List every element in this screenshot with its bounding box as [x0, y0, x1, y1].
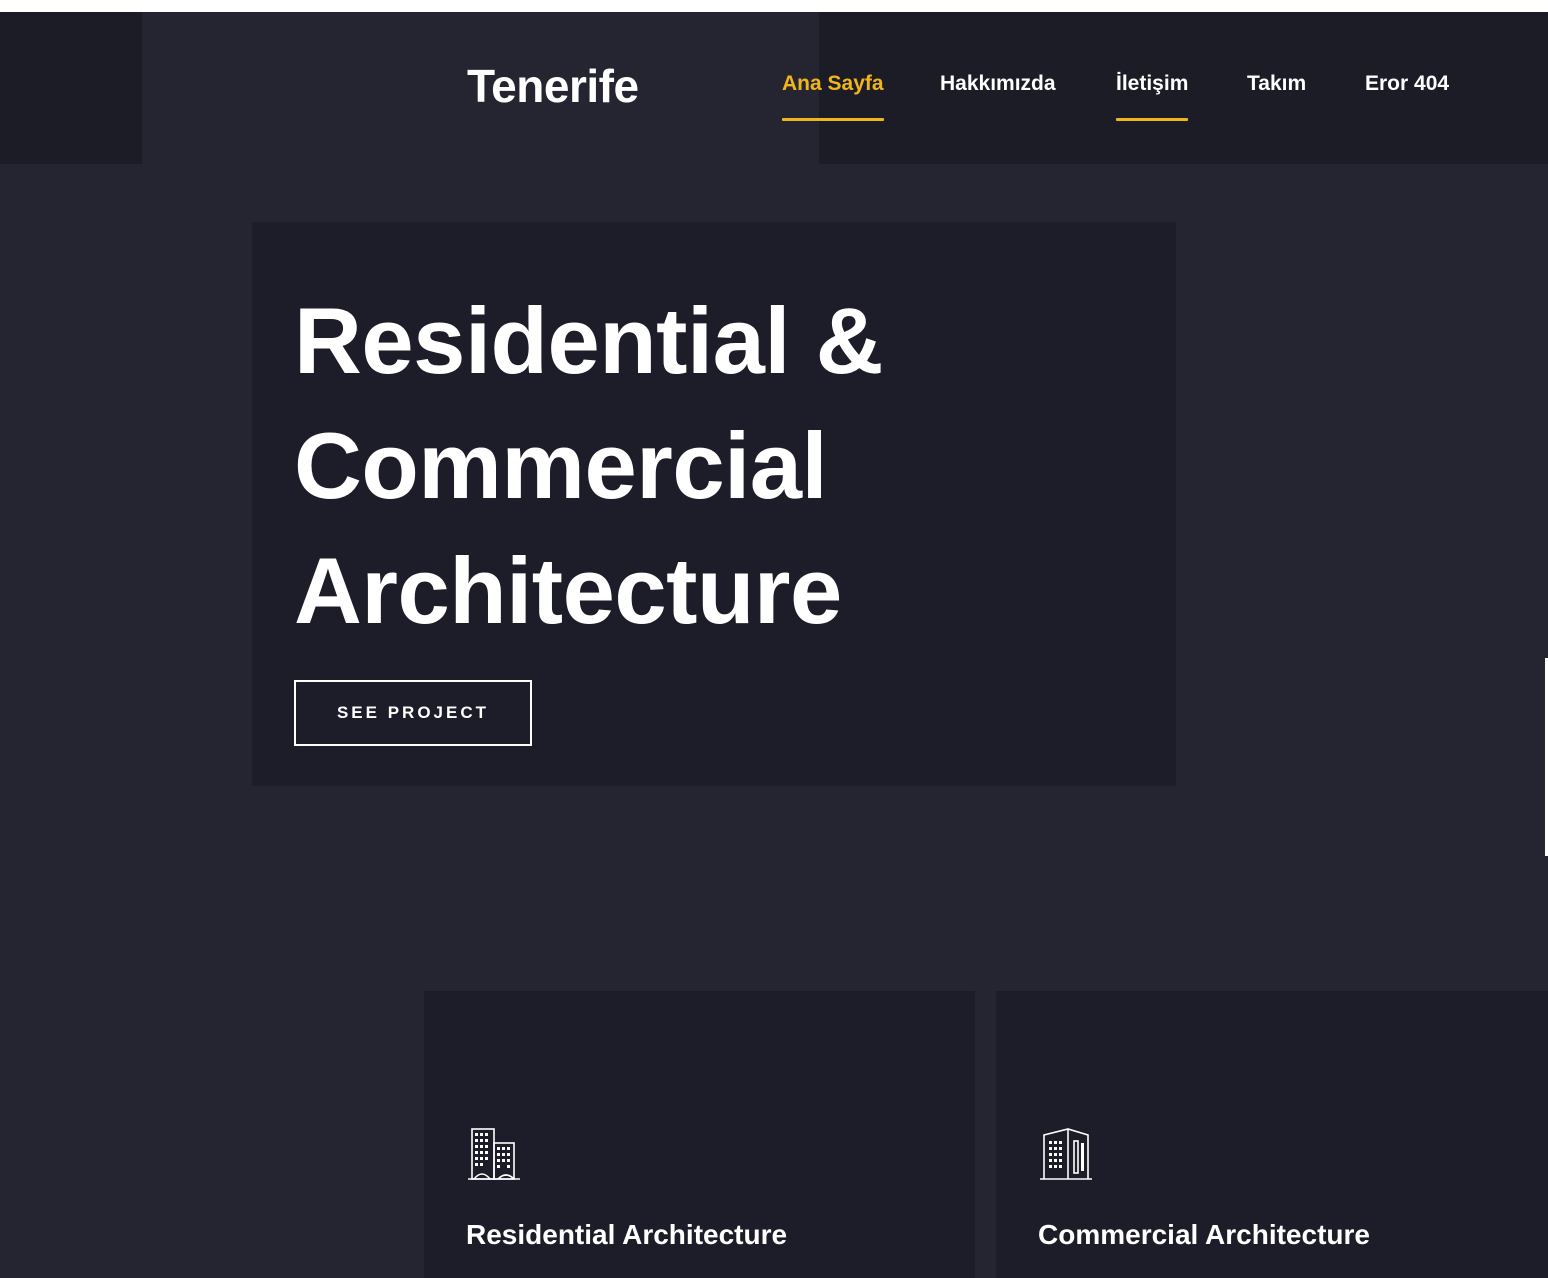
hero-title-line: Residential &: [294, 288, 884, 393]
nav-item-label: Takım: [1247, 72, 1307, 95]
service-card-commercial[interactable]: Commercial Architecture: [996, 991, 1548, 1278]
nav-item-eror-404[interactable]: Eror 404: [1365, 72, 1449, 96]
hero-title-line: Commercial: [294, 413, 828, 518]
nav-item-label: Ana Sayfa: [782, 72, 884, 95]
residential-buildings-icon: [468, 1128, 520, 1180]
see-project-button[interactable]: SEE PROJECT: [294, 680, 532, 746]
service-card-title: Commercial Architecture: [1038, 1219, 1370, 1250]
nav-item-label: Eror 404: [1365, 72, 1450, 95]
page: Tenerife Ana Sayfa Hakkımızda İletişim T…: [0, 0, 1548, 1278]
active-nav-underline: [782, 118, 884, 121]
nav-item-takim[interactable]: Takım: [1247, 72, 1306, 96]
service-card-residential[interactable]: Residential Architecture: [424, 991, 975, 1278]
hover-nav-underline: [1116, 118, 1189, 121]
site-canvas: Tenerife Ana Sayfa Hakkımızda İletişim T…: [0, 12, 1548, 1278]
nav-item-hakkimizda[interactable]: Hakkımızda: [940, 72, 1056, 96]
service-card-title: Residential Architecture: [466, 1219, 788, 1250]
nav-item-ana-sayfa[interactable]: Ana Sayfa: [782, 72, 884, 121]
hero-title: Residential & Commercial Architecture: [294, 278, 1114, 653]
hero-title-line: Architecture: [294, 538, 842, 643]
nav-item-iletisim[interactable]: İletişim: [1116, 72, 1189, 121]
main-nav: Ana Sayfa Hakkımızda İletişim Takım Eror…: [0, 72, 1548, 122]
commercial-building-icon: [1040, 1128, 1092, 1180]
nav-item-label: İletişim: [1116, 72, 1189, 95]
nav-item-label: Hakkımızda: [940, 72, 1056, 95]
hero-panel: Residential & Commercial Architecture SE…: [252, 222, 1176, 786]
